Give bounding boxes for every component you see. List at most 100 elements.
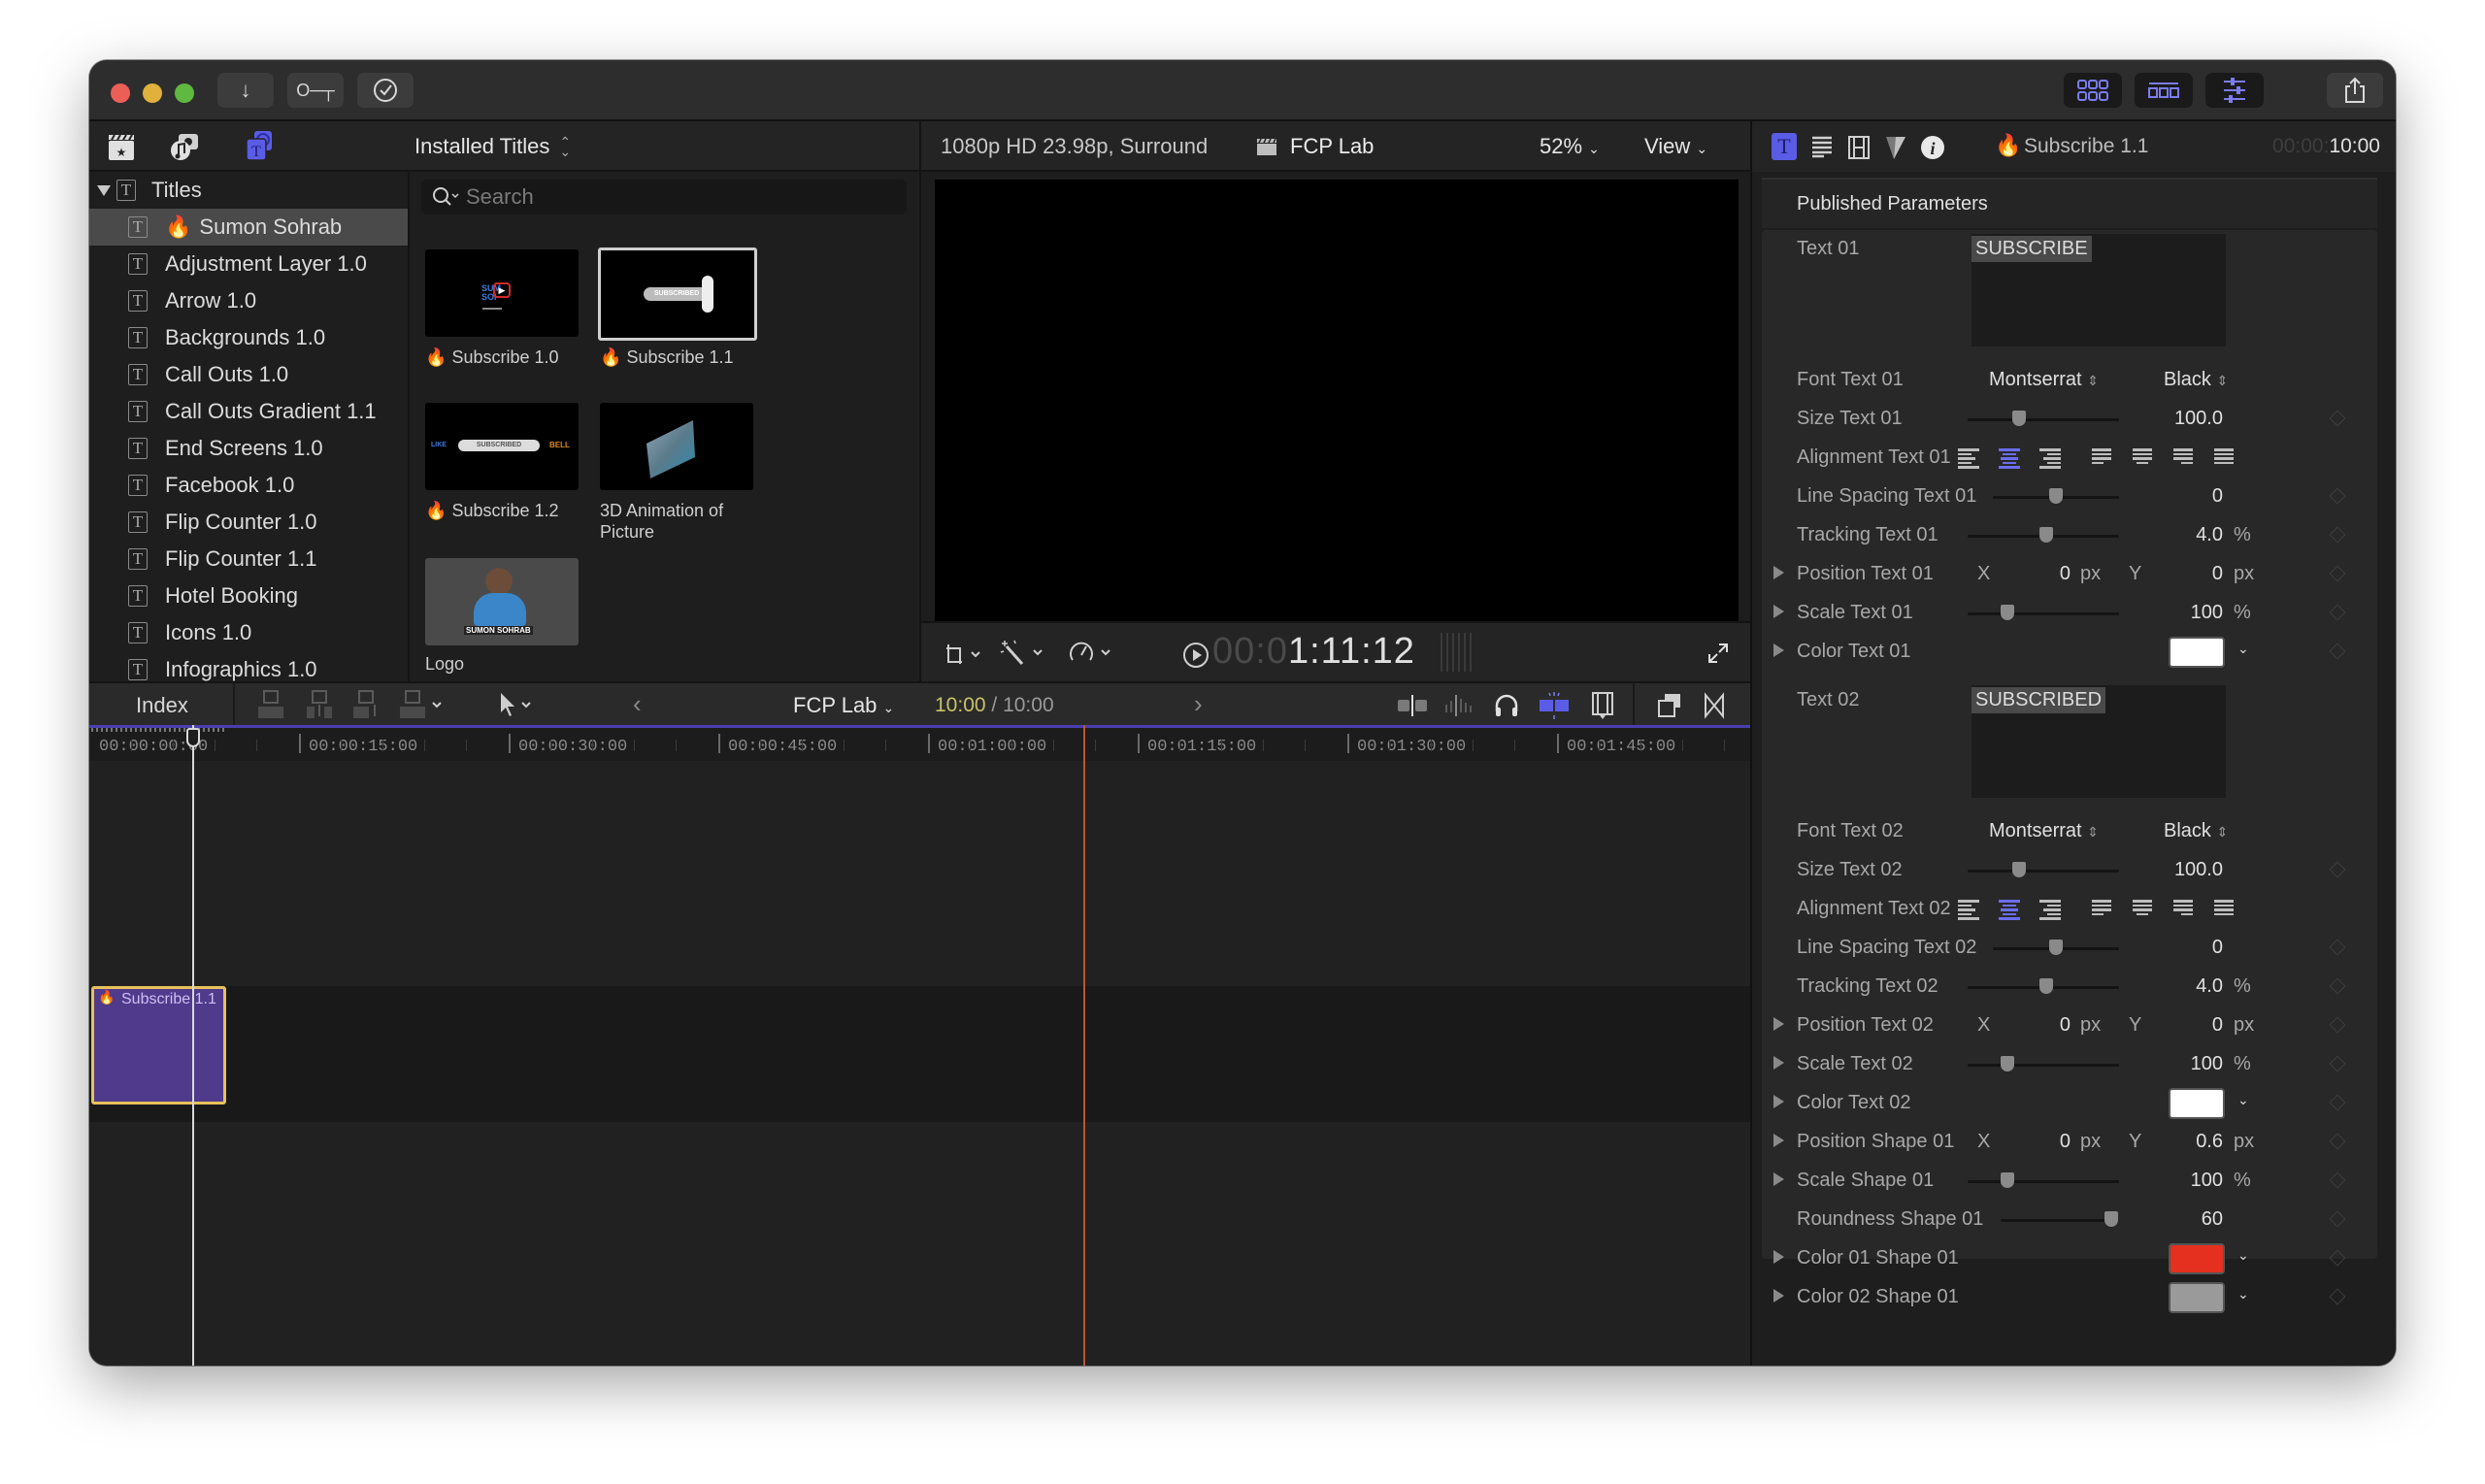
slider-knob[interactable] xyxy=(2049,940,2063,955)
audio-skimming-icon[interactable] xyxy=(1442,693,1475,718)
keyframe-diamond-icon[interactable] xyxy=(2329,1094,2346,1111)
slider-knob[interactable] xyxy=(2000,605,2014,620)
font-family-popup[interactable]: Montserrat ⇕ xyxy=(1989,369,2099,391)
slider-knob[interactable] xyxy=(2104,1211,2118,1227)
keywords-button[interactable]: O─┬ xyxy=(287,73,344,108)
tree-item[interactable]: T Call Outs Gradient 1.1 xyxy=(89,393,408,430)
close-window-button[interactable] xyxy=(111,83,130,103)
thumbnail-subscribe-1-0[interactable]: SUM SOI ▶ xyxy=(425,249,579,337)
chevron-down-icon[interactable]: ⌄ xyxy=(2237,1247,2249,1264)
keyframe-diamond-icon[interactable] xyxy=(2329,1249,2346,1267)
playhead-handle[interactable] xyxy=(186,728,200,747)
color-well[interactable] xyxy=(2169,1282,2225,1313)
keyframe-diamond-icon[interactable] xyxy=(2329,565,2346,582)
keyframe-diamond-icon[interactable] xyxy=(2329,1016,2346,1034)
tree-item[interactable]: T 🔥 Sumon Sohrab xyxy=(89,209,408,246)
text-02-field[interactable]: SUBSCRIBED xyxy=(1971,685,2226,798)
timeline-back-icon[interactable]: ‹ xyxy=(633,689,642,719)
timeline-toggle-button[interactable] xyxy=(2135,73,2193,108)
category-dropdown[interactable]: Installed Titles ⌃ ⌄ xyxy=(414,134,571,159)
disclosure-triangle-icon[interactable] xyxy=(1773,1250,1784,1264)
param-value[interactable]: 60 xyxy=(2131,1208,2223,1231)
overwrite-clip-icon[interactable] xyxy=(398,689,447,720)
background-tasks-button[interactable] xyxy=(357,73,414,108)
disclosure-triangle-icon[interactable] xyxy=(1773,1134,1784,1147)
slider-knob[interactable] xyxy=(2012,411,2027,426)
libraries-tab[interactable]: ★ xyxy=(107,131,136,167)
param-slider[interactable] xyxy=(1968,411,2119,426)
param-slider[interactable] xyxy=(1968,605,2119,620)
tree-item[interactable]: T Backgrounds 1.0 xyxy=(89,319,408,356)
project-dropdown[interactable]: FCP Lab ⌄ xyxy=(793,693,894,718)
param-slider[interactable] xyxy=(2001,1211,2118,1227)
search-field[interactable]: Search xyxy=(421,180,907,214)
connect-clip-icon[interactable] xyxy=(256,689,285,720)
align-button-0[interactable] xyxy=(1948,448,1989,470)
color-well[interactable] xyxy=(2169,637,2225,668)
viewer-canvas[interactable] xyxy=(935,180,1739,631)
title-inspector-tab[interactable]: T xyxy=(1772,133,1797,160)
align-button-1[interactable] xyxy=(1989,900,2030,921)
transform-crop-icon[interactable] xyxy=(943,641,985,668)
align-button-5[interactable] xyxy=(2164,448,2204,470)
disclosure-triangle-icon[interactable] xyxy=(1773,1095,1784,1108)
browser-toggle-button[interactable] xyxy=(2064,73,2122,108)
disclosure-triangle-icon[interactable] xyxy=(1773,1289,1784,1303)
slider-knob[interactable] xyxy=(2012,862,2027,877)
align-button-0[interactable] xyxy=(1948,900,1989,921)
photos-audio-tab[interactable] xyxy=(169,131,200,167)
keyframe-diamond-icon[interactable] xyxy=(2329,643,2346,660)
timeline-area[interactable]: 🔥 Subscribe 1.1 xyxy=(89,725,1750,1366)
insert-clip-icon[interactable] xyxy=(305,689,334,720)
keyframe-diamond-icon[interactable] xyxy=(2329,487,2346,505)
param-slider[interactable] xyxy=(1968,527,2119,543)
align-button-5[interactable] xyxy=(2164,900,2204,921)
play-circle-icon[interactable] xyxy=(1181,641,1210,670)
font-weight-popup[interactable]: Black ⇕ xyxy=(2164,369,2228,391)
tree-item[interactable]: T End Screens 1.0 xyxy=(89,430,408,467)
x-value[interactable]: 0 xyxy=(1995,1014,2071,1037)
keyframe-diamond-icon[interactable] xyxy=(2329,410,2346,427)
timeline-forward-icon[interactable]: › xyxy=(1194,689,1203,719)
slider-knob[interactable] xyxy=(2039,978,2054,994)
slider-knob[interactable] xyxy=(2049,488,2063,504)
disclosure-triangle-icon[interactable] xyxy=(1773,1172,1784,1186)
align-button-3[interactable] xyxy=(2082,448,2123,470)
disclosure-triangle-icon[interactable] xyxy=(1773,566,1784,579)
tree-item[interactable]: T Hotel Booking xyxy=(89,577,408,614)
keyframe-diamond-icon[interactable] xyxy=(2329,1210,2346,1228)
keyframe-diamond-icon[interactable] xyxy=(2329,1171,2346,1189)
keyframe-diamond-icon[interactable] xyxy=(2329,939,2346,956)
param-value[interactable]: 4.0 xyxy=(2131,975,2223,998)
tree-root-titles[interactable]: T Titles xyxy=(89,172,408,209)
align-button-3[interactable] xyxy=(2082,900,2123,921)
timecode-display[interactable]: 00:01:11:12 xyxy=(1212,631,1415,673)
title-clip[interactable]: 🔥 Subscribe 1.1 xyxy=(91,986,226,1105)
align-button-2[interactable] xyxy=(2030,448,2071,470)
y-value[interactable]: 0 xyxy=(2150,1014,2223,1037)
keyframe-diamond-icon[interactable] xyxy=(2329,977,2346,995)
import-button[interactable]: ↓ xyxy=(217,73,274,108)
param-value[interactable]: 100 xyxy=(2131,1053,2223,1075)
timeline-ruler[interactable]: 00:00:00:00 00:00:15:00 00:00:30:00 00:00:4… xyxy=(89,725,1750,761)
tree-item[interactable]: T Facebook 1.0 xyxy=(89,467,408,504)
tree-item[interactable]: T Call Outs 1.0 xyxy=(89,356,408,393)
keyframe-diamond-icon[interactable] xyxy=(2329,1288,2346,1305)
disclosure-triangle-icon[interactable] xyxy=(97,184,111,196)
thumbnail-subscribe-1-2[interactable]: LIKE SUBSCRIBED BELL xyxy=(425,403,579,490)
param-slider[interactable] xyxy=(1993,488,2119,504)
chevron-down-icon[interactable]: ⌄ xyxy=(2237,1092,2249,1108)
param-slider[interactable] xyxy=(1968,862,2119,877)
disclosure-triangle-icon[interactable] xyxy=(1773,1056,1784,1070)
keyframe-diamond-icon[interactable] xyxy=(2329,1055,2346,1072)
disclosure-triangle-icon[interactable] xyxy=(1773,1017,1784,1031)
info-inspector-tab[interactable]: i xyxy=(1919,134,1946,161)
skimming-icon[interactable] xyxy=(1396,693,1429,718)
text-inspector-tab[interactable] xyxy=(1810,135,1834,158)
y-value[interactable]: 0.6 xyxy=(2150,1131,2223,1153)
enhance-magic-wand-icon[interactable] xyxy=(999,639,1047,668)
param-value[interactable]: 0 xyxy=(2131,937,2223,959)
param-slider[interactable] xyxy=(1968,1056,2119,1072)
solo-headphones-icon[interactable] xyxy=(1493,692,1520,719)
color-well[interactable] xyxy=(2169,1243,2225,1274)
